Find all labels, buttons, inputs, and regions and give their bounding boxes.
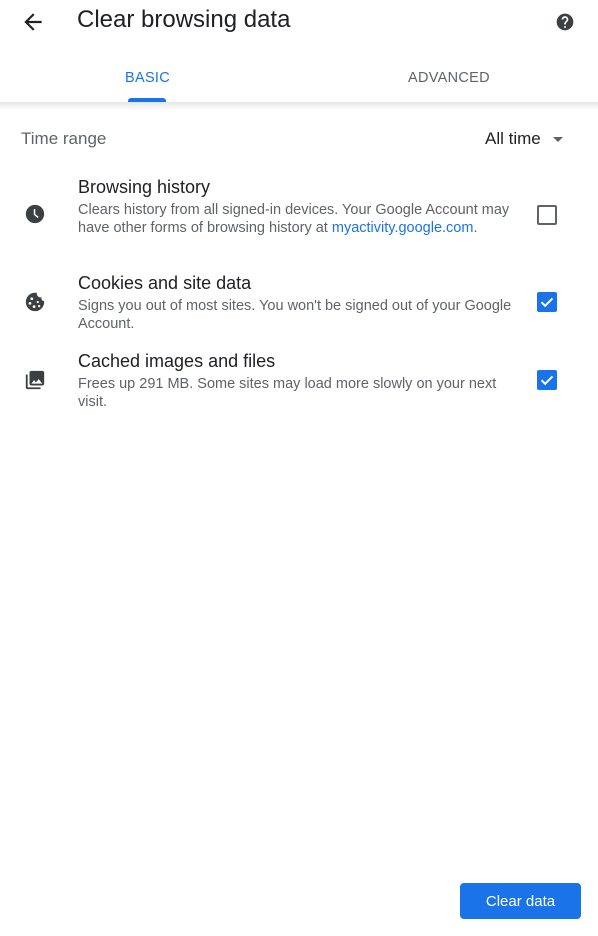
option-description: Signs you out of most sites. You won't b… [78, 298, 512, 332]
option-title: Cached images and files [78, 351, 276, 371]
check-icon [540, 297, 554, 308]
dropdown-caret-icon [552, 136, 563, 142]
tab-basic[interactable]: BASIC [125, 70, 170, 86]
page-title: Clear browsing data [77, 6, 291, 33]
cookies-checkbox[interactable] [537, 292, 557, 312]
option-title: Cookies and site data [78, 273, 252, 293]
app-bar: Clear browsing data BASIC ADVANCED [0, 0, 598, 102]
option-description: Frees up 291 MB. Some sites may load mor… [78, 376, 497, 410]
time-range-label: Time range [21, 129, 107, 148]
clear-data-button[interactable]: Clear data [460, 883, 581, 919]
images-icon [25, 370, 45, 390]
option-title: Browsing history [78, 177, 211, 197]
cached-images-checkbox[interactable] [537, 370, 557, 390]
cookie-icon [25, 292, 45, 312]
myactivity-link[interactable]: myactivity.google.com [332, 220, 474, 236]
arrow-back-icon [24, 13, 42, 31]
browsing-history-checkbox[interactable] [537, 205, 557, 225]
app-bar-shadow [0, 102, 598, 110]
time-range-value: All time [485, 129, 541, 148]
help-button[interactable] [555, 12, 575, 32]
tab-advanced[interactable]: ADVANCED [408, 70, 490, 86]
clock-icon [25, 204, 45, 224]
time-range-dropdown[interactable]: All time [485, 128, 563, 150]
help-icon [556, 13, 574, 31]
check-icon [540, 375, 554, 386]
back-button[interactable] [20, 9, 46, 35]
option-description: Clears history from all signed-in device… [78, 201, 518, 237]
description-suffix: . [473, 220, 478, 236]
